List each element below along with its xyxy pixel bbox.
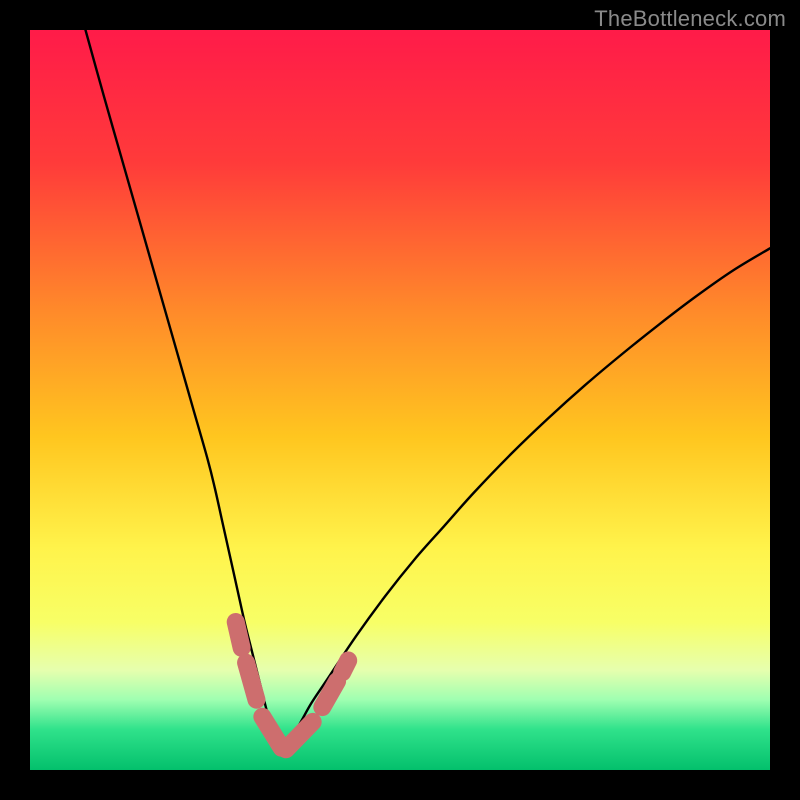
curve-marker (262, 717, 281, 748)
curve-marker (322, 681, 337, 707)
bottleneck-curve (86, 30, 771, 749)
curve-marker (236, 622, 242, 648)
watermark-text: TheBottleneck.com (594, 6, 786, 32)
curve-marker (286, 722, 313, 749)
curve-marker (246, 663, 256, 700)
plot-area (30, 30, 770, 770)
curve-layer (30, 30, 770, 770)
chart-frame: TheBottleneck.com (0, 0, 800, 800)
curve-marker (342, 660, 348, 672)
